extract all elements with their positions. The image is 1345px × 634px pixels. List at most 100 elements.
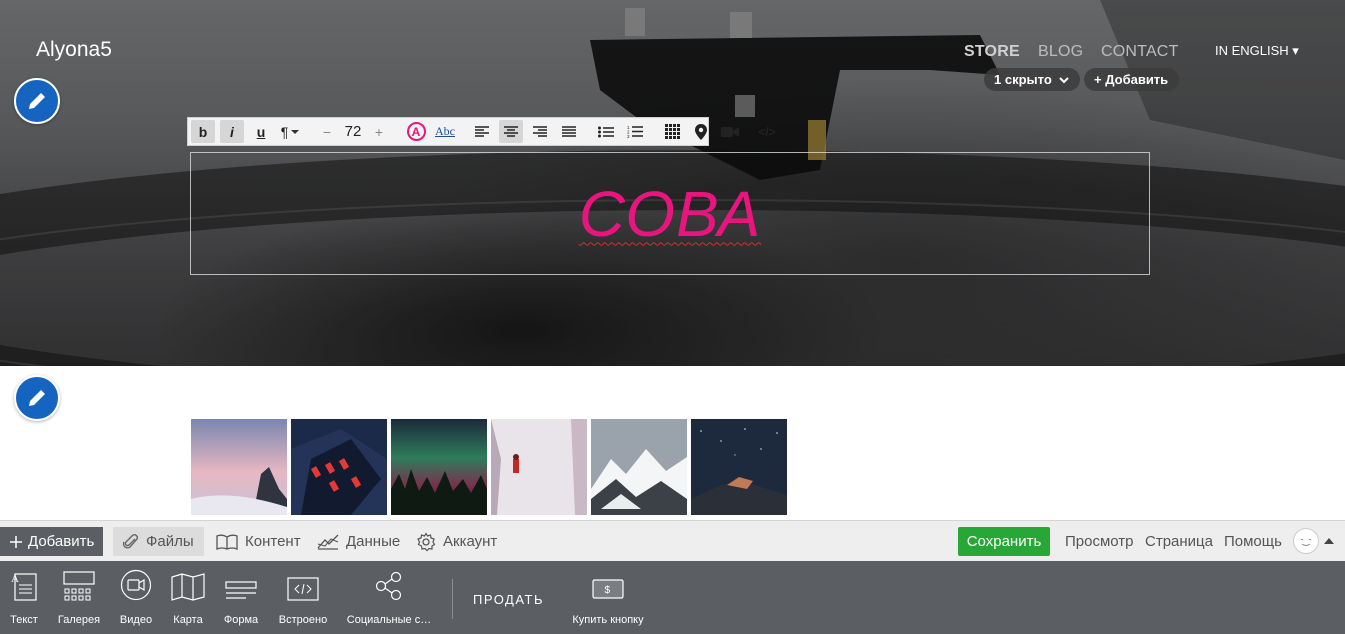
insert-social-label: Социальные с… — [346, 614, 432, 626]
bullet-list-button[interactable] — [594, 120, 618, 143]
align-center-icon — [504, 125, 518, 137]
save-button[interactable]: Сохранить — [958, 527, 1050, 556]
insert-video-item[interactable]: Видео — [116, 561, 156, 634]
collapse-panel-icon[interactable] — [1324, 537, 1334, 544]
nav-contact[interactable]: CONTACT — [1101, 43, 1179, 61]
data-tab-label: Данные — [346, 533, 401, 550]
align-left-button[interactable] — [470, 120, 494, 143]
site-brand[interactable]: Alyona5 — [36, 38, 112, 62]
insert-gallery-item[interactable]: Галерея — [56, 561, 102, 634]
text-color-button[interactable]: A — [404, 120, 428, 143]
chevron-down-icon — [1059, 76, 1069, 83]
edit-header-button[interactable] — [14, 78, 60, 124]
share-icon — [375, 571, 402, 601]
hidden-items-label: 1 скрыто — [994, 72, 1052, 87]
font-size-decrease-button[interactable]: − — [315, 120, 339, 143]
chart-line-icon — [317, 534, 339, 550]
gallery-image-6[interactable] — [691, 419, 787, 515]
align-center-button[interactable] — [499, 120, 523, 143]
insert-video-button[interactable] — [718, 120, 742, 143]
numbered-list-button[interactable]: 123 — [623, 120, 647, 143]
sell-label: ПРОДАТЬ — [473, 592, 544, 607]
align-left-icon — [475, 125, 489, 137]
account-tab-label: Аккаунт — [443, 533, 498, 550]
pencil-icon — [29, 93, 45, 109]
underline-button[interactable]: u — [249, 120, 273, 143]
plus-icon — [10, 535, 22, 548]
gallery-image-5[interactable] — [591, 419, 687, 515]
help-link[interactable]: Помощь — [1224, 533, 1282, 550]
insert-text-item[interactable]: A Текст — [6, 561, 42, 634]
align-right-button[interactable] — [528, 120, 552, 143]
bold-button[interactable]: b — [191, 120, 215, 143]
insert-text-label: Текст — [10, 614, 38, 626]
insert-video-label: Видео — [119, 614, 153, 626]
insert-social-item[interactable]: Социальные с… — [346, 561, 432, 634]
spellcheck-button[interactable]: Abc — [433, 120, 457, 143]
align-justify-button[interactable] — [557, 120, 581, 143]
text-icon: A — [11, 573, 37, 601]
add-button-label: Добавить — [28, 533, 95, 550]
buy-button-label: Купить кнопку — [572, 614, 644, 626]
pencil-icon — [29, 390, 45, 406]
data-tab[interactable]: Данные — [317, 527, 400, 556]
panel-divider — [452, 579, 453, 619]
table-icon — [664, 124, 680, 139]
gear-icon — [417, 531, 436, 551]
html-code-button[interactable]: </> — [755, 120, 779, 143]
text-color-icon: A — [406, 122, 426, 141]
numbered-list-icon: 123 — [627, 125, 643, 138]
insert-gallery-label: Галерея — [57, 614, 101, 626]
buy-button-item[interactable]: $ Купить кнопку — [568, 561, 648, 634]
preview-link[interactable]: Просмотр — [1065, 533, 1134, 550]
gallery-image-1[interactable] — [191, 419, 287, 515]
gallery-image-3[interactable] — [391, 419, 487, 515]
image-gallery — [191, 419, 787, 515]
insert-form-label: Форма — [223, 614, 259, 626]
caret-down-icon — [291, 129, 300, 134]
insert-form-item[interactable]: Форма — [222, 561, 260, 634]
avatar[interactable] — [1293, 528, 1319, 554]
font-size-value[interactable]: 72 — [341, 120, 365, 143]
nav-blog[interactable]: BLOG — [1038, 43, 1083, 61]
hero-section: Alyona5 STORE BLOG CONTACT IN ENGLISH ▾ … — [0, 0, 1345, 366]
font-size-increase-button[interactable]: + — [367, 120, 391, 143]
account-tab[interactable]: Аккаунт — [416, 527, 497, 556]
heading-text[interactable]: СОВА — [579, 177, 762, 251]
content-tab[interactable]: Контент — [216, 527, 301, 556]
gallery-icon — [63, 571, 95, 601]
gallery-image-2[interactable] — [291, 419, 387, 515]
bullet-list-icon — [598, 126, 614, 137]
paperclip-icon — [123, 533, 138, 549]
insert-map-button[interactable] — [689, 120, 713, 143]
add-button[interactable]: Добавить — [0, 527, 103, 556]
insert-table-button[interactable] — [660, 120, 684, 143]
align-right-icon — [533, 125, 547, 137]
hidden-items-pill[interactable]: 1 скрыто — [984, 68, 1080, 91]
gallery-image-4[interactable] — [491, 419, 587, 515]
formatting-toolbar: b i u ¶ − 72 + A Abc 1 2 3 </> — [187, 117, 776, 146]
svg-text:3: 3 — [627, 134, 630, 138]
insert-map-label: Карта — [173, 614, 203, 626]
insert-embed-item[interactable]: Встроено — [276, 561, 330, 634]
svg-text:A: A — [11, 573, 19, 585]
insert-panel: A Текст Галерея Видео Карта Форма Встрое… — [0, 561, 1345, 634]
insert-map-item[interactable]: Карта — [169, 561, 207, 634]
align-justify-icon — [562, 125, 576, 137]
edit-gallery-button[interactable] — [14, 375, 60, 421]
paragraph-button[interactable]: ¶ — [278, 120, 302, 143]
files-tab[interactable]: Файлы — [113, 527, 204, 556]
book-icon — [216, 534, 238, 550]
language-selector[interactable]: IN ENGLISH ▾ — [1215, 43, 1299, 59]
map-pin-icon — [695, 123, 707, 140]
content-tab-label: Контент — [245, 533, 301, 550]
map-icon — [171, 573, 205, 601]
add-nav-pill[interactable]: + Добавить — [1084, 68, 1179, 91]
form-icon — [225, 581, 257, 599]
nav-store[interactable]: STORE — [964, 43, 1020, 61]
page-link[interactable]: Страница — [1145, 533, 1213, 550]
heading-text-block[interactable]: СОВА — [190, 152, 1150, 275]
editor-toolbar: Добавить Файлы Контент Данные Аккаунт Со… — [0, 520, 1345, 561]
italic-button[interactable]: i — [220, 120, 244, 143]
video-camera-icon — [721, 126, 739, 137]
